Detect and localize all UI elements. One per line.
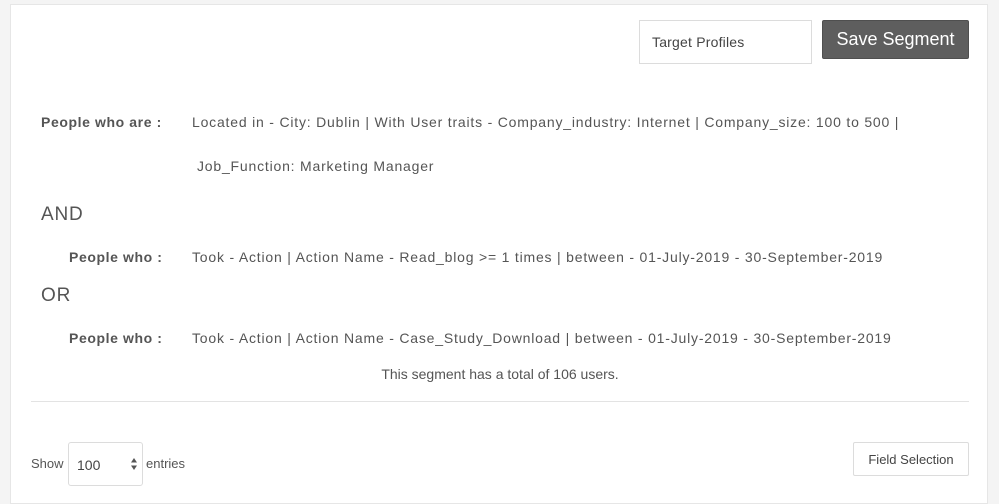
action-criteria-2: Took - Action | Action Name - Case_Study… (192, 330, 892, 346)
segment-name-input[interactable] (639, 20, 812, 64)
updown-arrows-icon (131, 458, 137, 470)
entries-per-page-select[interactable]: 100 (68, 442, 143, 486)
location-criteria-line2: Job_Function: Marketing Manager (197, 158, 435, 174)
people-who-are-label: People who are : (41, 114, 162, 130)
segment-total-text: This segment has a total of 106 users. (381, 366, 619, 382)
segment-card: Save Segment People who are : Located in… (10, 4, 988, 504)
divider (31, 401, 969, 402)
save-segment-button[interactable]: Save Segment (822, 20, 969, 59)
location-criteria-line1: Located in - City: Dublin | With User tr… (192, 114, 900, 130)
and-operator-label: AND (41, 204, 84, 225)
show-label: Show (31, 456, 64, 471)
people-who-label-1: People who : (69, 249, 163, 265)
entries-select-value: 100 (77, 457, 101, 473)
people-who-label-2: People who : (69, 330, 163, 346)
entries-label: entries (146, 456, 186, 471)
field-selection-button[interactable]: Field Selection (853, 442, 969, 476)
or-operator-label: OR (41, 285, 72, 306)
action-criteria-1: Took - Action | Action Name - Read_blog … (192, 249, 884, 265)
